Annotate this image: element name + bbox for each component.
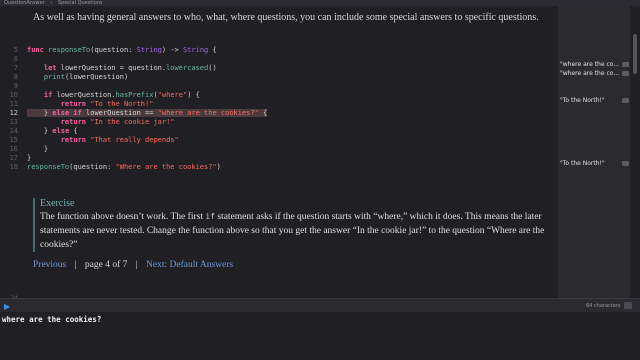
code-line: 13 return "In the cookie jar!" [9,118,175,126]
result-value[interactable]: "To the North!" [560,97,605,104]
quick-look-icon[interactable] [622,62,629,67]
code-line-current: 12 } else if lowerQuestion == "where are… [9,109,268,117]
code-line: 7 let lowerQuestion = question.lowercase… [13,64,217,72]
code-area[interactable]: 5 func responseTo(question: String) -> St… [0,46,558,172]
previous-link[interactable]: Previous [33,260,66,270]
debug-bar: ▶ 64 characters [0,298,640,313]
next-link[interactable]: Next: Default Answers [146,260,233,270]
quick-look-icon[interactable] [622,71,629,76]
code-line: 9 [13,82,18,90]
result-value[interactable]: "where are the co... [560,61,619,68]
exercise-text: The function above doesn’t work. The fir… [40,212,545,250]
quick-look-icon[interactable] [622,98,629,103]
code-line: 15 return "That really depends" [9,136,179,144]
code-line: 5 func responseTo(question: String) -> St… [13,46,217,54]
character-count: 64 characters [586,303,621,309]
code-line: 16 } [9,145,49,153]
editor-scrollbar[interactable] [630,6,640,298]
results-sidebar: "where are the co... "where are the co..… [558,6,630,298]
page-navigation: Previous | page 4 of 7 | Next: Default A… [33,260,234,270]
exercise-title: Exercise [40,198,75,209]
editor[interactable]: As well as having general answers to who… [0,6,558,298]
scroll-thumb[interactable] [633,34,637,74]
code-line: 11 return "To the North!" [9,100,154,108]
exercise-callout: Exercise The function above doesn’t work… [33,198,558,252]
toggle-console-icon[interactable] [624,302,632,309]
intro-text: As well as having general answers to who… [33,12,539,23]
code-line: 8 print(lowerQuestion) [13,73,129,81]
result-value[interactable]: "To the North!" [560,160,605,167]
code-line: 6 [13,55,18,63]
code-line: 18 responseTo(question: "Where are the co… [9,163,221,171]
code-line: 14 } else { [9,127,78,135]
result-value[interactable]: "where are the co... [560,70,619,77]
code-line: 10 if lowerQuestion.hasPrefix("where") { [9,91,200,99]
page-indicator: page 4 of 7 [84,260,128,270]
code-line: 17} [9,154,32,162]
console-area[interactable]: where are the cookies? [0,312,640,360]
quick-look-icon[interactable] [622,161,629,166]
run-play-icon[interactable]: ▶ [4,302,10,311]
console-output: where are the cookies? [2,315,102,324]
